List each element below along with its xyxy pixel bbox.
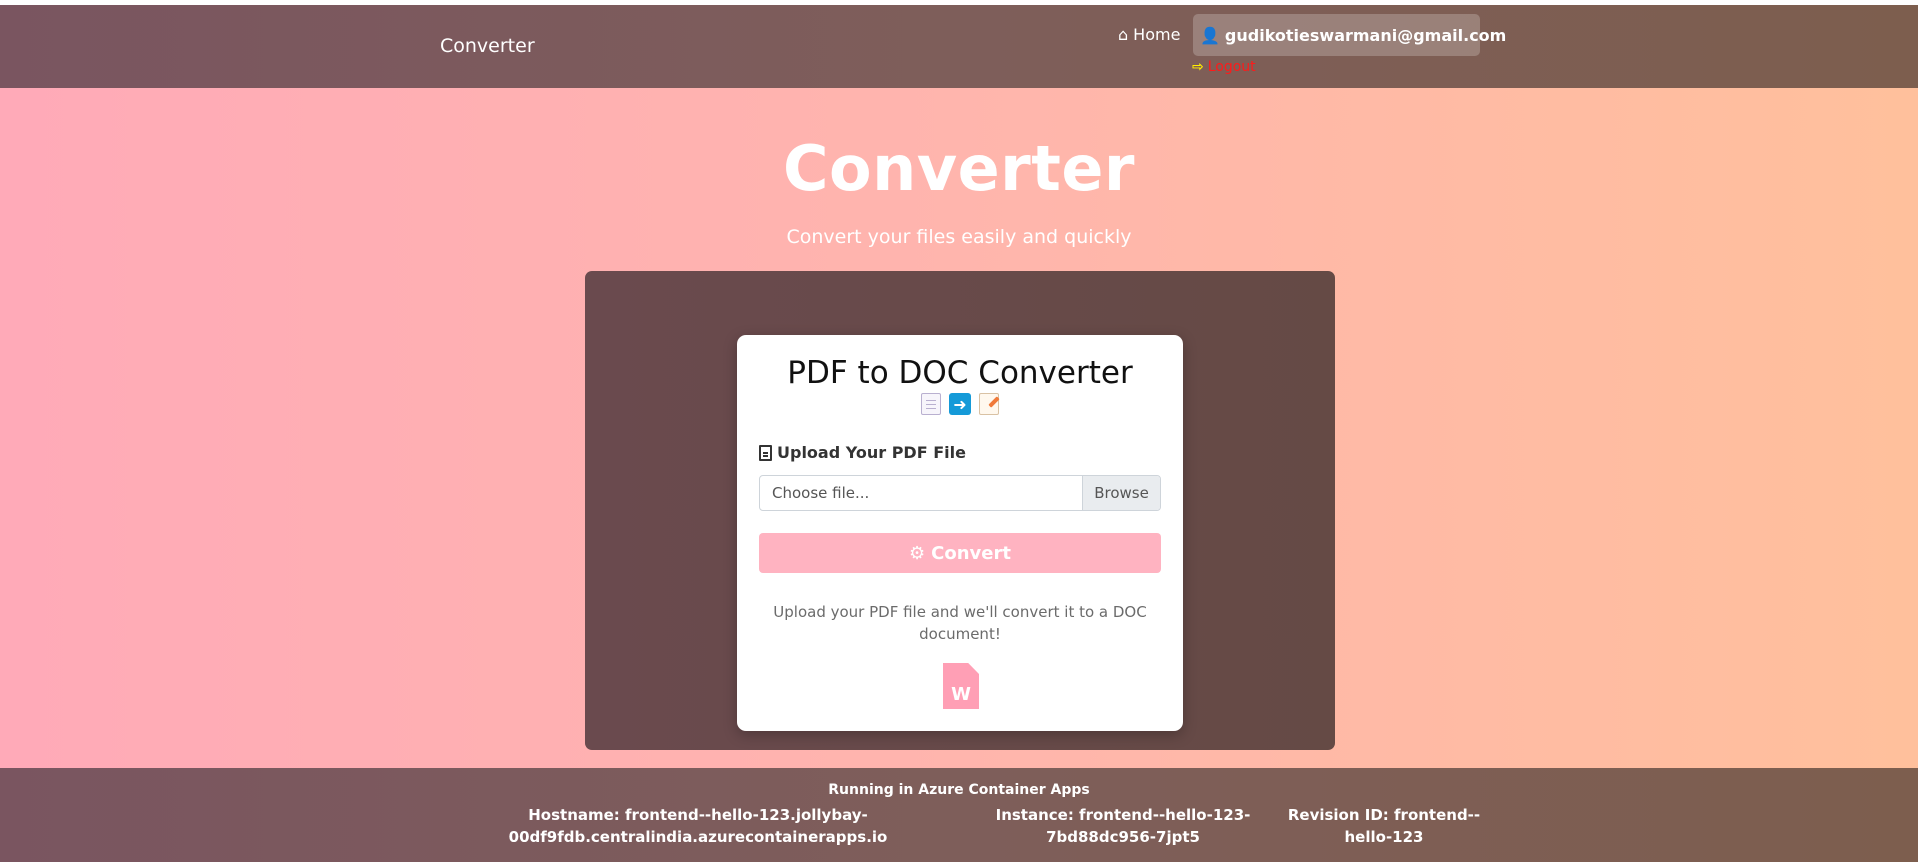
- upload-label-text: Upload Your PDF File: [777, 443, 966, 462]
- nav-home-link[interactable]: ⌂ Home: [1118, 25, 1180, 44]
- file-pdf-icon: [759, 444, 772, 461]
- convert-button-label: Convert: [931, 542, 1011, 564]
- gears-icon: ⚙: [909, 542, 926, 564]
- nav-home-label: Home: [1133, 25, 1181, 44]
- footer-revision-line1: Revision ID: frontend--: [1287, 806, 1481, 824]
- card-title: PDF to DOC Converter: [787, 355, 1133, 391]
- navbar-brand[interactable]: Converter: [440, 35, 535, 57]
- logout-label: Logout: [1207, 59, 1256, 75]
- footer-revision-line2: hello-123: [1344, 828, 1424, 846]
- page-subtitle: Convert your files easily and quickly: [786, 226, 1132, 248]
- convert-button[interactable]: ⚙ Convert: [759, 533, 1161, 573]
- converter-card: PDF to DOC Converter ➜ Upload Your PDF F…: [737, 335, 1183, 731]
- file-input[interactable]: Choose file... Browse: [759, 475, 1161, 511]
- footer-hostname: Hostname: frontend--hello-123.jollybay- …: [470, 804, 926, 848]
- browse-button[interactable]: Browse: [1082, 476, 1160, 510]
- page-title: Converter: [782, 132, 1136, 205]
- help-text: Upload your PDF file and we'll convert i…: [773, 603, 1147, 643]
- logout-icon: ⇨: [1192, 59, 1204, 75]
- footer: Running in Azure Container Apps Hostname…: [0, 768, 1918, 862]
- file-input-placeholder[interactable]: Choose file...: [760, 476, 1082, 510]
- user-menu[interactable]: 👤 gudikotieswarmani@gmail.com: [1193, 14, 1506, 56]
- home-icon: ⌂: [1118, 25, 1129, 44]
- upload-label: Upload Your PDF File: [759, 443, 966, 462]
- logout-link[interactable]: ⇨ Logout: [1192, 59, 1256, 75]
- footer-hostname-line2: 00df9fdb.centralindia.azurecontainerapps…: [508, 828, 888, 846]
- footer-revision: Revision ID: frontend-- hello-123: [1284, 804, 1484, 848]
- arrow-right-icon: ➜: [949, 393, 971, 415]
- footer-instance: Instance: frontend--hello-123- 7bd88dc95…: [990, 804, 1256, 848]
- footer-instance-line2: 7bd88dc956-7jpt5: [1046, 828, 1200, 846]
- user-icon: 👤: [1200, 25, 1220, 45]
- navbar: Converter ⌂ Home 👤 gudikotieswarmani@gma…: [0, 5, 1918, 88]
- footer-instance-line1: Instance: frontend--hello-123-: [995, 806, 1251, 824]
- user-email: gudikotieswarmani@gmail.com: [1224, 25, 1507, 45]
- memo-icon: [979, 393, 999, 415]
- file-word-letter: W: [951, 684, 971, 705]
- conversion-icons: ➜: [737, 393, 1183, 415]
- file-word-icon: W: [943, 663, 979, 709]
- footer-hostname-line1: Hostname: frontend--hello-123.jollybay-: [528, 806, 868, 824]
- footer-title: Running in Azure Container Apps: [828, 782, 1090, 798]
- document-icon: [921, 393, 941, 415]
